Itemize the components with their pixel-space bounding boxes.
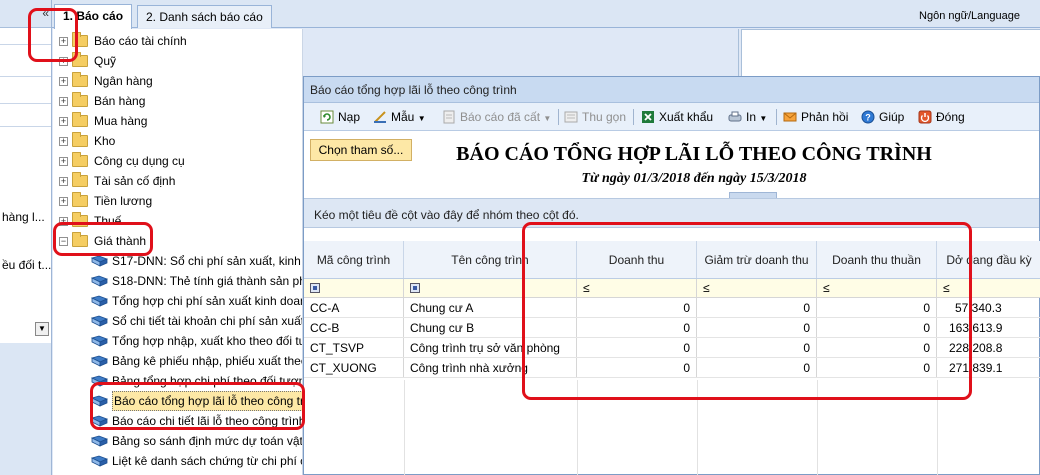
nap-label: Nạp [338,110,361,124]
tree-folder-label: Quỹ [94,54,117,68]
expand-icon[interactable]: + [59,117,68,126]
caret-down-icon: ▼ [543,114,552,123]
power-icon [918,110,932,124]
annotation-outline [28,8,78,62]
thu-gon-button[interactable]: Thu gọn [564,107,626,127]
annotation-outline [522,222,972,400]
folder-icon [72,172,88,187]
tab-bar: 1. Báo cáo 2. Danh sách báo cáo Ngôn ngữ… [52,0,1040,29]
template-icon [374,111,386,123]
tree-report-label: Sổ chi tiết tài khoản chi phí sản xuất [112,314,303,328]
report-book-icon [91,275,108,287]
report-subtitle: Từ ngày 01/3/2018 đến ngày 15/3/2018 [581,171,807,186]
splitter-handle[interactable] [729,192,777,198]
tree-folder-label: Mua hàng [94,114,148,128]
expand-icon[interactable]: + [59,197,68,206]
collapse-rows-icon [564,111,578,123]
language-link[interactable]: Ngôn ngữ/Language [919,10,1020,22]
xuat-khau-label: Xuất khẩu [659,110,714,124]
in-label: In [746,110,757,124]
left-panel: « hàng l... ều đối t... ▼ [0,0,52,475]
folder-icon [72,132,88,147]
report-book-icon [91,335,108,347]
grid-column-line [404,380,405,475]
folder-icon [72,152,88,167]
tree-folder-label: Công cụ dụng cụ [94,154,185,168]
chon-tham-so-button[interactable]: Chọn tham số... [310,139,412,161]
excel-icon [642,111,654,123]
report-book-icon [91,315,108,327]
phan-hoi-button[interactable]: Phản hồi [783,107,848,127]
expand-icon[interactable]: + [59,137,68,146]
annotation-outline [90,382,305,430]
help-icon: ? [861,110,875,124]
in-button[interactable]: In ▼ [728,107,767,127]
bao-cao-da-cat-button[interactable]: Báo cáo đã cất ▼ [442,107,551,127]
refresh-icon [320,110,334,124]
tree-report-label: Tổng hợp nhập, xuất kho theo đối tượng [112,334,302,348]
mail-icon [783,112,797,122]
printer-icon [728,111,742,122]
tree-folder-label: Báo cáo tài chính [94,34,187,48]
tree-folder-label: Bán hàng [94,94,146,108]
report-book-icon [91,435,108,447]
cell-ma: CC-B [304,318,404,337]
dong-label: Đóng [936,110,965,124]
tab-danh-sach-bao-cao[interactable]: 2. Danh sách báo cáo [137,5,272,28]
nap-button[interactable]: Nạp [320,107,360,127]
left-panel-footer [0,343,51,475]
thu-gon-label: Thu gọn [582,110,627,124]
filter-icon[interactable] [410,283,420,293]
tree-folder-label: Tài sản cố định [94,174,176,188]
report-book-icon [91,295,108,307]
column-header-ma-cong-trinh[interactable]: Mã công trình [304,241,404,278]
report-book-icon [91,255,108,267]
filter-icon[interactable] [310,283,320,293]
left-item-fragment[interactable]: hàng l... [2,210,45,224]
expand-icon[interactable]: + [59,157,68,166]
annotation-outline [53,222,153,256]
tree-report-label: Bảng kê phiếu nhập, phiếu xuất theo đối … [112,354,302,368]
tree-folder-label: Tiền lương [94,194,153,208]
folder-icon [72,92,88,107]
report-toolbar: Nạp Mẫu ▼ Báo cáo đã cất ▼ Thu gọn Xuất … [304,103,1039,131]
expand-icon[interactable]: + [59,97,68,106]
mau-button[interactable]: Mẫu ▼ [373,107,426,127]
report-header: Chọn tham số... BÁO CÁO TỔNG HỢP LÃI LỖ … [304,131,1039,198]
giup-button[interactable]: ? Giúp [861,107,904,127]
tree-folder-label: Kho [94,134,116,148]
saved-report-icon [443,110,455,124]
cell-ma: CT_XUONG [304,358,404,377]
report-window-title: Báo cáo tổng hợp lãi lỗ theo công trình [304,77,1039,103]
folder-icon [72,192,88,207]
cell-ma: CC-A [304,298,404,317]
chevron-down-icon[interactable]: ▼ [35,322,49,336]
svg-text:?: ? [865,113,871,123]
report-book-icon [91,455,108,467]
tree-report-label: S18-DNN: Thẻ tính giá thành sản phẩm [112,274,303,288]
expand-icon[interactable]: + [59,177,68,186]
giup-label: Giúp [879,110,905,124]
phan-hoi-label: Phản hồi [801,110,849,124]
dong-button[interactable]: Đóng [918,107,965,127]
left-item-fragment[interactable]: ều đối t... [2,258,51,272]
expand-icon[interactable]: + [59,77,68,86]
tree-folder-label: Ngân hàng [94,74,153,88]
folder-icon [72,112,88,127]
caret-down-icon: ▼ [759,114,768,123]
report-title: BÁO CÁO TỔNG HỢP LÃI LỖ THEO CÔNG TRÌNH [456,143,932,165]
caret-down-icon: ▼ [417,114,426,123]
tree-report-label: Liệt kê danh sách chứng từ chi phí chung [112,454,302,468]
bao-cao-da-cat-label: Báo cáo đã cất [460,110,541,124]
mau-label: Mẫu [391,110,415,124]
report-book-icon [91,355,108,367]
tree-report-label: Bảng so sánh định mức dự toán vật tư [112,434,303,448]
cell-ma: CT_TSVP [304,338,404,357]
tree-report-label: Tổng hợp chi phí sản xuất kinh doanh [112,294,303,308]
xuat-khau-button[interactable]: Xuất khẩu [641,107,713,127]
filter-cell[interactable] [304,279,404,297]
folder-icon [72,72,88,87]
